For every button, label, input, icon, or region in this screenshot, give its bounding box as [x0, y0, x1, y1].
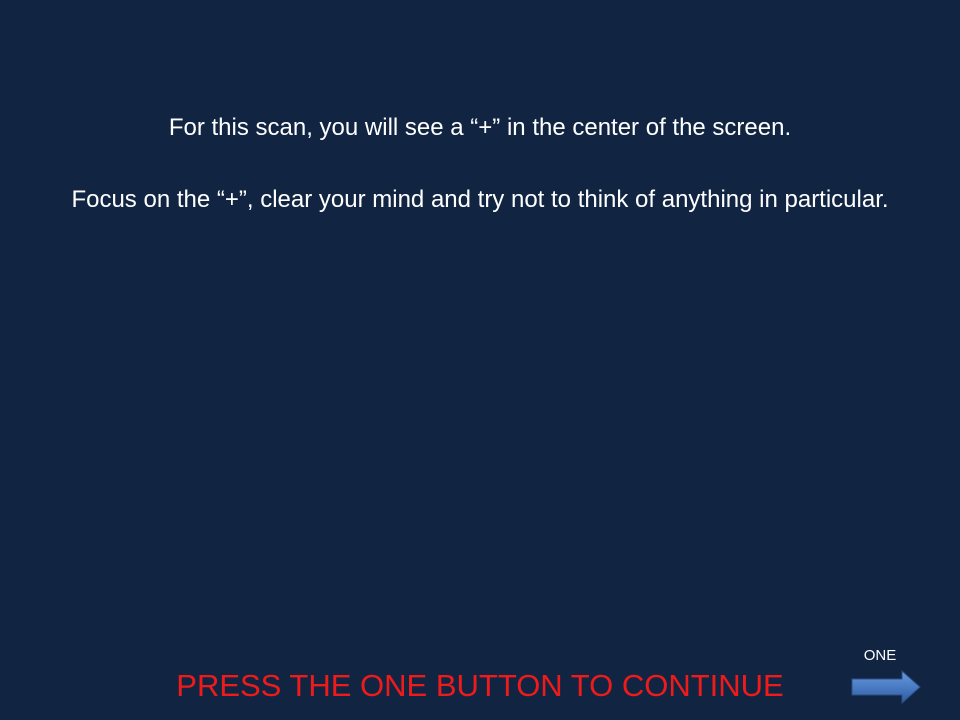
instruction-line-2: Focus on the “+”, clear your mind and tr…: [71, 186, 889, 213]
instruction-slide: For this scan, you will see a “+” in the…: [0, 0, 960, 720]
one-button[interactable]: ONE: [850, 646, 922, 706]
one-button-label: ONE: [863, 647, 897, 664]
instruction-line-1: For this scan, you will see a “+” in the…: [168, 114, 792, 141]
continue-prompt: PRESS THE ONE BUTTON TO CONTINUE: [176, 668, 784, 703]
instructions-text: For this scan, you will see a “+” in the…: [30, 110, 930, 217]
right-arrow-icon: [851, 670, 921, 705]
